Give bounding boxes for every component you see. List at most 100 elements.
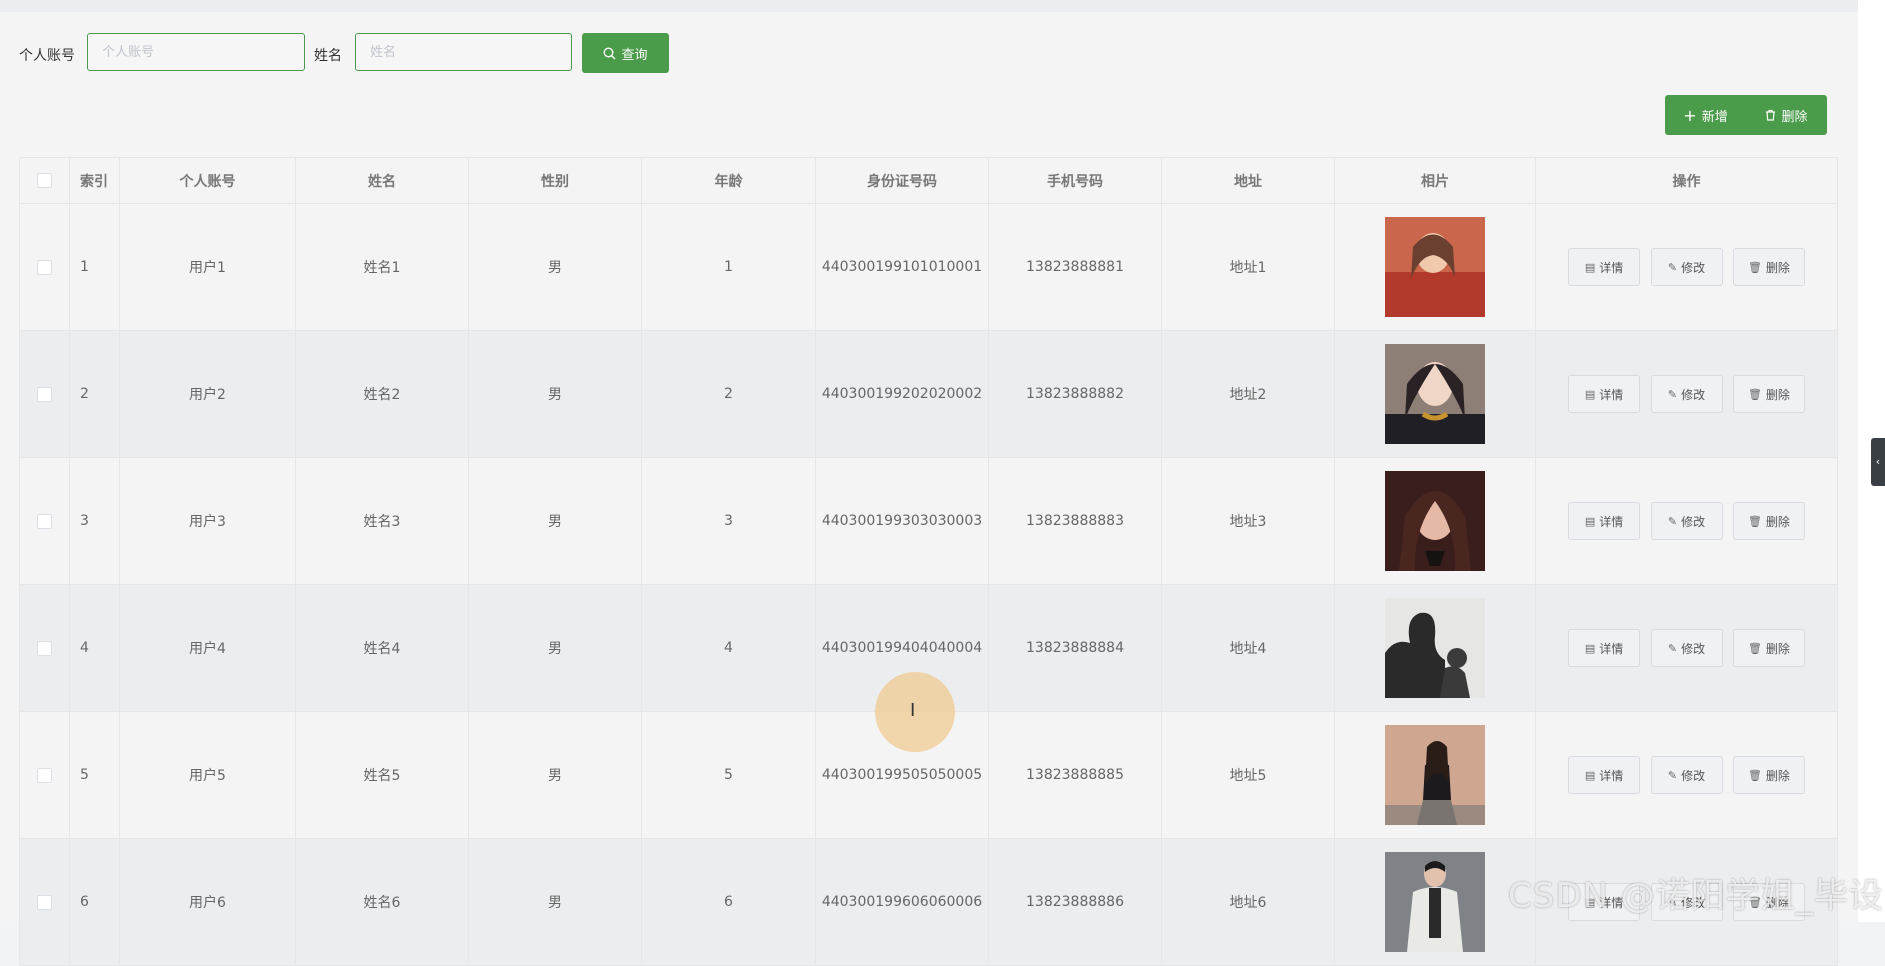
row-checkbox[interactable] <box>37 386 52 402</box>
delete-label: 删除 <box>1765 768 1790 783</box>
cell-phone: 13823888881 <box>988 203 1162 331</box>
detail-button[interactable]: ▤ 详情 <box>1568 375 1641 413</box>
table-header: 索引 个人账号 姓名 性别 年龄 身份证号码 手机号码 地址 相片 操作 <box>19 157 1838 204</box>
cell-name: 姓名5 <box>295 711 469 839</box>
cell-address: 地址6 <box>1161 838 1335 966</box>
add-button[interactable]: + 新增 <box>1665 95 1746 135</box>
row-checkbox-cell[interactable] <box>19 711 70 839</box>
header-id-number: 身份证号码 <box>815 157 989 204</box>
edit-button[interactable]: ✎ 修改 <box>1650 248 1723 286</box>
collapse-handle[interactable]: ‹ <box>1871 438 1885 486</box>
cell-account: 用户1 <box>119 203 296 331</box>
trash-icon <box>1766 109 1776 121</box>
delete-label: 删除 <box>1765 641 1790 656</box>
add-label: 新增 <box>1701 109 1728 125</box>
edit-button[interactable]: ✎ 修改 <box>1650 629 1723 667</box>
trash-icon: 🗑 <box>1747 768 1762 782</box>
delete-label: 删除 <box>1765 387 1790 402</box>
user-table: 索引 个人账号 姓名 性别 年龄 身份证号码 手机号码 地址 相片 操作 1 用… <box>19 157 1838 966</box>
cell-phone: 13823888884 <box>988 584 1162 712</box>
row-checkbox-cell[interactable] <box>19 838 70 966</box>
cell-account: 用户3 <box>119 457 296 585</box>
detail-button[interactable]: ▤ 详情 <box>1568 502 1641 540</box>
search-icon <box>603 46 616 59</box>
query-button[interactable]: 查询 <box>582 33 669 73</box>
query-label: 查询 <box>621 47 648 63</box>
edit-label: 修改 <box>1681 768 1706 783</box>
row-checkbox[interactable] <box>37 894 52 910</box>
edit-button[interactable]: ✎ 修改 <box>1650 375 1723 413</box>
edit-button[interactable]: ✎ 修改 <box>1650 756 1723 794</box>
header-age: 年龄 <box>641 157 816 204</box>
cell-phone: 13823888886 <box>988 838 1162 966</box>
cell-account: 用户6 <box>119 838 296 966</box>
cell-actions: ▤ 详情 ✎ 修改 🗑 删除 <box>1535 203 1838 331</box>
cell-age: 6 <box>641 838 816 966</box>
pencil-icon: ✎ <box>1667 260 1678 274</box>
cell-address: 地址1 <box>1161 203 1335 331</box>
detail-button[interactable]: ▤ 详情 <box>1568 756 1641 794</box>
edit-button[interactable]: ✎ 修改 <box>1650 502 1723 540</box>
detail-button[interactable]: ▤ 详情 <box>1568 248 1641 286</box>
cell-id-number: 440300199101010001 <box>815 203 989 331</box>
cell-name: 姓名2 <box>295 330 469 458</box>
cell-phone: 13823888882 <box>988 330 1162 458</box>
row-checkbox[interactable] <box>37 259 52 275</box>
detail-button[interactable]: ▤ 详情 <box>1568 629 1641 667</box>
cell-account: 用户4 <box>119 584 296 712</box>
row-checkbox[interactable] <box>37 640 52 656</box>
select-all-cell[interactable] <box>19 157 70 204</box>
delete-button[interactable]: 🗑 删除 <box>1732 502 1805 540</box>
cell-photo <box>1334 838 1536 966</box>
account-label: 个人账号 <box>19 48 75 64</box>
edit-label: 修改 <box>1681 387 1706 402</box>
cell-actions: ▤ 详情 ✎ 修改 🗑 删除 <box>1535 457 1838 585</box>
row-checkbox-cell[interactable] <box>19 457 70 585</box>
account-search-input[interactable] <box>87 33 305 71</box>
delete-label: 删除 <box>1765 260 1790 275</box>
batch-delete-label: 删除 <box>1781 109 1808 125</box>
delete-button[interactable]: 🗑 删除 <box>1732 629 1805 667</box>
cell-photo <box>1334 711 1536 839</box>
header-phone: 手机号码 <box>988 157 1162 204</box>
cell-index: 1 <box>69 203 120 331</box>
header-gender: 性别 <box>468 157 642 204</box>
cell-name: 姓名4 <box>295 584 469 712</box>
cell-age: 2 <box>641 330 816 458</box>
cell-photo <box>1334 330 1536 458</box>
delete-button[interactable]: 🗑 删除 <box>1732 248 1805 286</box>
cell-address: 地址4 <box>1161 584 1335 712</box>
header-photo: 相片 <box>1334 157 1536 204</box>
trash-icon: 🗑 <box>1747 260 1762 274</box>
header-name: 姓名 <box>295 157 469 204</box>
cell-account: 用户2 <box>119 330 296 458</box>
row-checkbox-cell[interactable] <box>19 584 70 712</box>
cell-actions: ▤ 详情 ✎ 修改 🗑 删除 <box>1535 584 1838 712</box>
document-icon: ▤ <box>1584 387 1596 401</box>
table-row: 2 用户2 姓名2 男 2 440300199202020002 1382388… <box>19 330 1838 458</box>
trash-icon: 🗑 <box>1747 514 1762 528</box>
pencil-icon: ✎ <box>1667 514 1678 528</box>
row-checkbox[interactable] <box>37 767 52 783</box>
row-checkbox-cell[interactable] <box>19 203 70 331</box>
cell-address: 地址2 <box>1161 330 1335 458</box>
cell-index: 2 <box>69 330 120 458</box>
cell-account: 用户5 <box>119 711 296 839</box>
cell-photo <box>1334 584 1536 712</box>
delete-button[interactable]: 🗑 删除 <box>1732 375 1805 413</box>
text-cursor-icon: I <box>910 700 916 721</box>
cell-address: 地址5 <box>1161 711 1335 839</box>
delete-button[interactable]: 🗑 删除 <box>1732 756 1805 794</box>
select-all-checkbox[interactable] <box>37 173 52 188</box>
name-search-input[interactable] <box>355 33 572 71</box>
document-icon: ▤ <box>1584 514 1596 528</box>
cell-actions: ▤ 详情 ✎ 修改 🗑 删除 <box>1535 330 1838 458</box>
cell-address: 地址3 <box>1161 457 1335 585</box>
cell-id-number: 440300199303030003 <box>815 457 989 585</box>
batch-delete-button[interactable]: 删除 <box>1746 95 1827 135</box>
cell-gender: 男 <box>468 711 642 839</box>
row-checkbox-cell[interactable] <box>19 330 70 458</box>
row-checkbox[interactable] <box>37 513 52 529</box>
top-bar <box>0 0 1858 12</box>
user-photo <box>1385 852 1485 952</box>
